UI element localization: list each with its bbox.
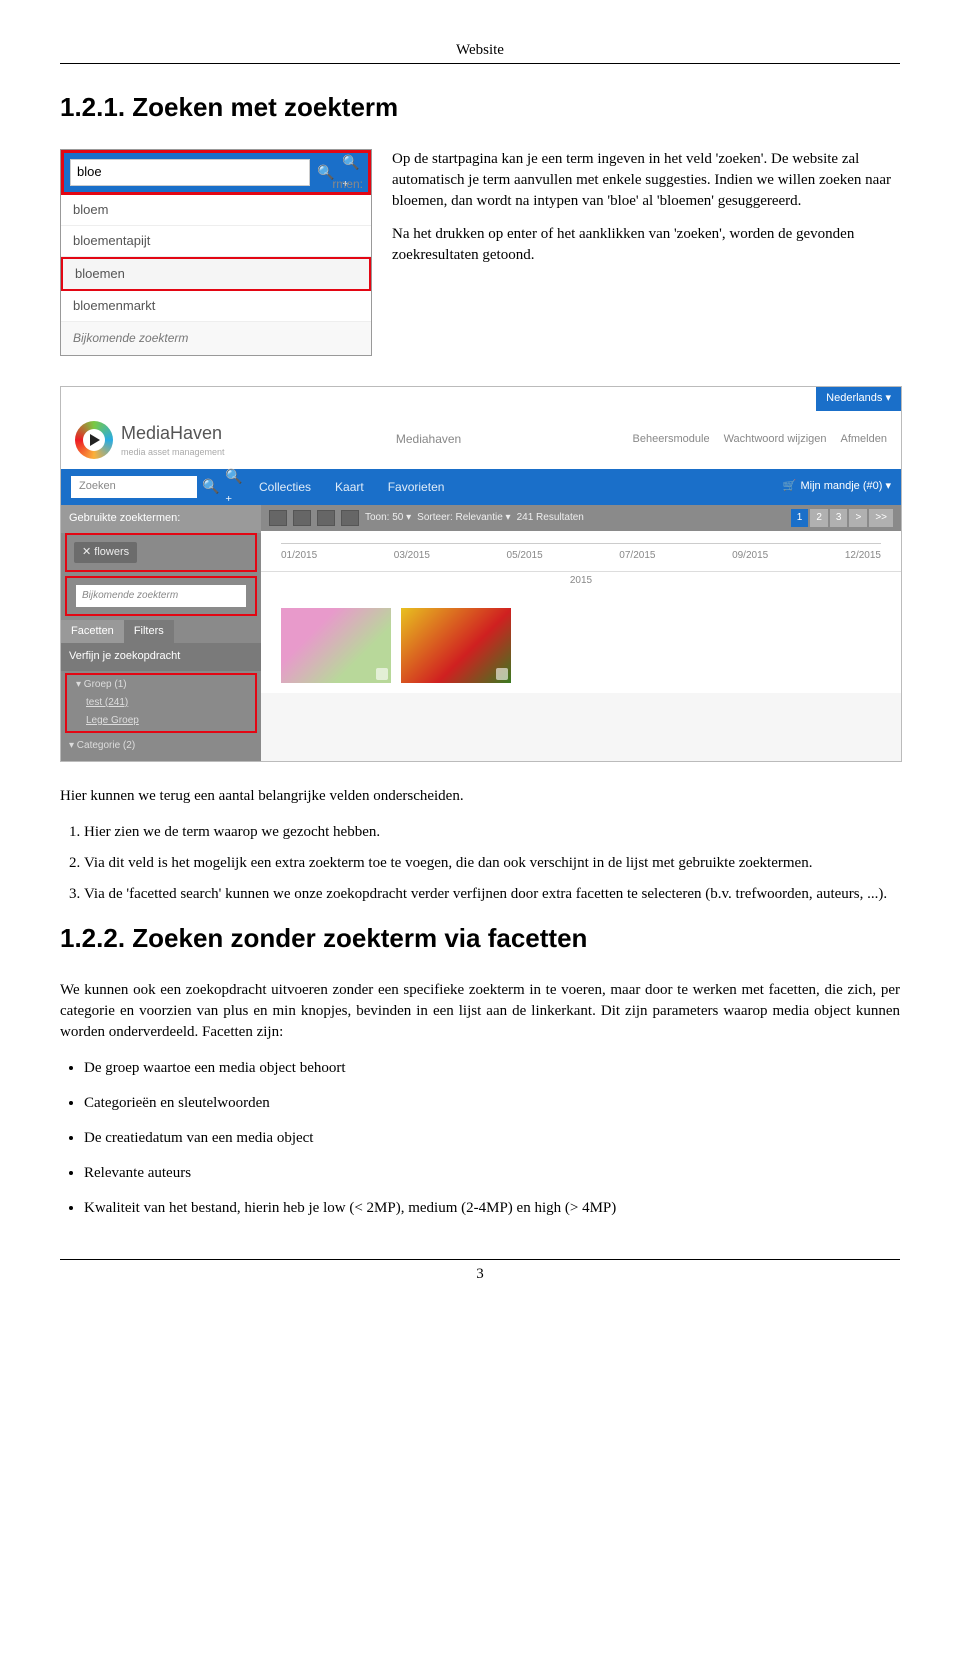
pager: 1 2 3 > >> [791, 509, 893, 527]
toolbar-sorteer[interactable]: Sorteer: Relevantie ▾ [417, 511, 510, 525]
thumb-type-icon [496, 668, 508, 680]
pager-page[interactable]: 3 [830, 509, 848, 527]
sidebar-tab-filters[interactable]: Filters [124, 620, 174, 643]
section1-para1: Op de startpagina kan je een term ingeve… [392, 149, 900, 212]
used-term-tag[interactable]: ✕ flowers [74, 542, 137, 563]
suggestion-item[interactable]: bloementapijt [61, 226, 371, 257]
language-dropdown[interactable]: Nederlands ▾ [816, 387, 901, 410]
extra-term-field[interactable]: Bijkomende zoekterm [61, 322, 371, 355]
used-terms-label: Gebruikte zoektermen: [61, 505, 261, 532]
header-link-beheersmodule[interactable]: Beheersmodule [633, 432, 710, 447]
logo-circle-icon [75, 421, 113, 459]
nav-search-input[interactable]: Zoeken [71, 476, 197, 497]
bullet-item: Kwaliteit van het bestand, hierin heb je… [84, 1198, 900, 1219]
timeline-tick: 07/2015 [619, 549, 655, 563]
numbered-item-1: Hier zien we de term waarop we gezocht h… [84, 822, 900, 843]
nav-cart[interactable]: 🛒 Mijn mandje (#0) ▾ [783, 479, 891, 494]
rmen-label-fragment: rmen: [332, 176, 363, 193]
main-nav: Zoeken 🔍 🔍₊ Collecties Kaart Favorieten … [61, 469, 901, 506]
section1-para2: Na het drukken op enter of het aanklikke… [392, 224, 900, 266]
suggestion-item[interactable]: bloemenmarkt [61, 291, 371, 322]
cart-label: Mijn mandje (#0) ▾ [801, 479, 892, 494]
section-2-title: 1.2.2. Zoeken zonder zoekterm via facett… [60, 920, 900, 956]
numbered-item-2: Via dit veld is het mogelijk een extra z… [84, 853, 900, 874]
search-bar-highlighted: bloe 🔍 🔍₊ [61, 150, 371, 194]
suggestion-item-selected[interactable]: bloemen [61, 257, 371, 291]
timeline-year: 2015 [261, 572, 901, 598]
nav-tab-kaart[interactable]: Kaart [325, 475, 374, 500]
brand-subtitle: media asset management [121, 446, 225, 459]
screenshot-search-dropdown: bloe 🔍 🔍₊ rmen: bloem bloementapijt bloe… [60, 149, 372, 356]
timeline-tick: 05/2015 [507, 549, 543, 563]
section-1-title: 1.2.1. Zoeken met zoekterm [60, 89, 900, 125]
view-icon[interactable] [317, 510, 335, 526]
grid-view-icon[interactable] [269, 510, 287, 526]
nav-tab-collecties[interactable]: Collecties [249, 475, 321, 500]
pager-last[interactable]: >> [869, 509, 893, 527]
pager-page[interactable]: 2 [810, 509, 828, 527]
pager-next[interactable]: > [849, 509, 867, 527]
suggestion-item[interactable]: bloem [61, 195, 371, 226]
facet-group[interactable]: ▾ Groep (1) [68, 676, 254, 694]
page-header-label: Website [60, 40, 900, 64]
screenshot-results-page: Nederlands ▾ MediaHaven media asset mana… [60, 386, 902, 762]
header-link-afmelden[interactable]: Afmelden [841, 432, 887, 447]
results-count: 241 Resultaten [517, 511, 584, 525]
results-sidebar: Gebruikte zoektermen: ✕ flowers Bijkomen… [61, 505, 261, 761]
facet-category[interactable]: ▾ Categorie (2) [61, 735, 261, 761]
bullet-item: Relevante auteurs [84, 1163, 900, 1184]
play-icon [90, 434, 100, 446]
facet-group-item[interactable]: test (241) [68, 694, 254, 712]
toolbar-toon[interactable]: Toon: 50 ▾ [365, 511, 411, 525]
result-thumbnail[interactable] [401, 608, 511, 683]
results-toolbar: Toon: 50 ▾ Sorteer: Relevantie ▾ 241 Res… [261, 505, 901, 531]
timeline-tick: 03/2015 [394, 549, 430, 563]
bullet-item: De groep waartoe een media object behoor… [84, 1058, 900, 1079]
search-icon[interactable]: 🔍 [201, 477, 221, 497]
search-input[interactable]: bloe [70, 159, 310, 185]
search-plus-icon[interactable]: 🔍₊ [225, 477, 245, 497]
facet-group-item[interactable]: Lege Groep [68, 712, 254, 730]
mid-paragraph: Hier kunnen we terug een aantal belangri… [60, 786, 900, 807]
nav-tab-favorieten[interactable]: Favorieten [378, 475, 455, 500]
timeline: 01/2015 03/2015 05/2015 07/2015 09/2015 … [261, 531, 901, 572]
brand-name: MediaHaven [121, 421, 225, 446]
bullet-item: Categorieën en sleutelwoorden [84, 1093, 900, 1114]
thumb-type-icon [376, 668, 388, 680]
cart-icon: 🛒 [783, 479, 797, 494]
bullet-item: De creatiedatum van een media object [84, 1128, 900, 1149]
timeline-tick: 09/2015 [732, 549, 768, 563]
brand-logo[interactable]: MediaHaven media asset management [75, 421, 225, 459]
header-center-label: Mediahaven [396, 431, 461, 448]
timeline-tick: 12/2015 [845, 549, 881, 563]
sidebar-tab-facetten[interactable]: Facetten [61, 620, 124, 643]
page-number: 3 [476, 1266, 484, 1282]
list-view-icon[interactable] [293, 510, 311, 526]
numbered-item-3: Via de 'facetted search' kunnen we onze … [84, 884, 900, 905]
section2-para1: We kunnen ook een zoekopdracht uitvoeren… [60, 980, 900, 1043]
result-thumbnail[interactable] [281, 608, 391, 683]
pager-page[interactable]: 1 [791, 509, 809, 527]
view-icon[interactable] [341, 510, 359, 526]
refine-label: Verfijn je zoekopdracht [61, 643, 261, 670]
timeline-tick: 01/2015 [281, 549, 317, 563]
header-link-wachtwoord[interactable]: Wachtwoord wijzigen [724, 432, 827, 447]
sidebar-extra-term-input[interactable]: Bijkomende zoekterm [76, 585, 246, 607]
